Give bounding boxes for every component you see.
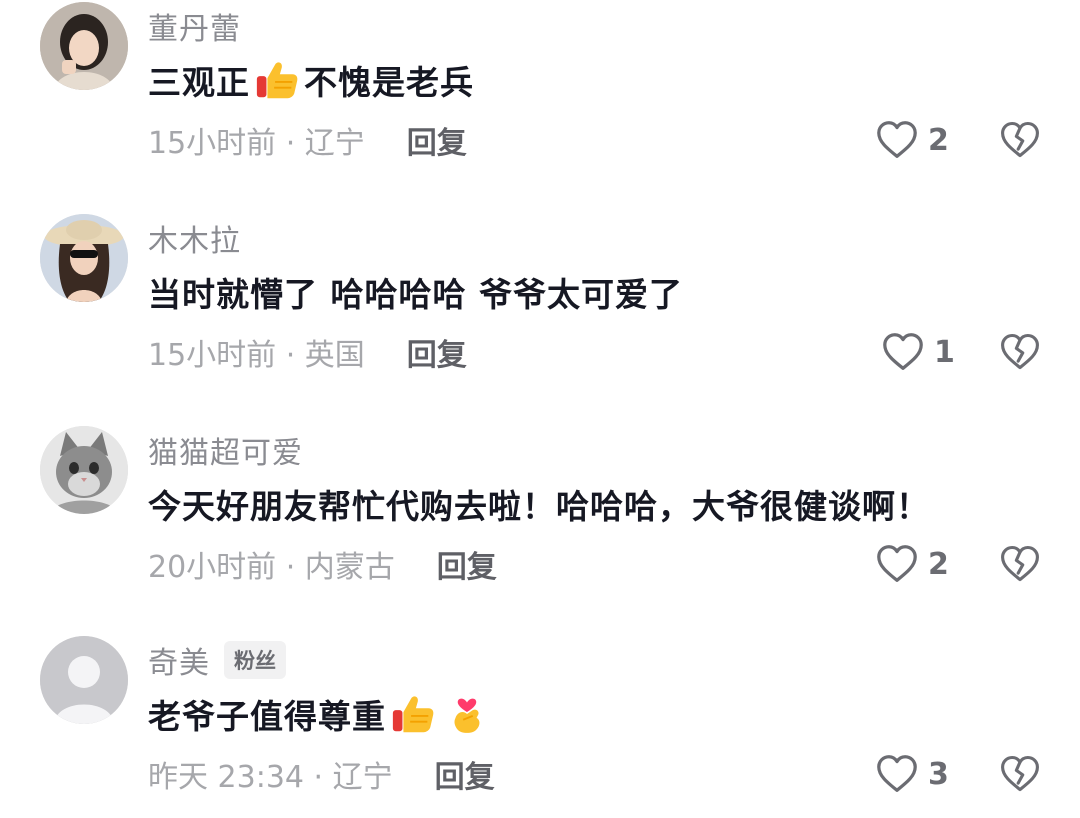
username-row: 奇美 粉丝 [148,636,286,684]
broken-heart-icon [998,118,1042,162]
username[interactable]: 木木拉 [148,216,241,260]
dislike-button[interactable] [998,114,1042,166]
broken-heart-icon [998,542,1042,586]
thumbs-up-icon [390,691,436,737]
dislike-button[interactable] [998,538,1042,590]
like-count: 1 [934,334,955,370]
comment-meta: 15小时前 · 英国 回复 [148,328,467,376]
comment-text: 当时就懵了 哈哈哈哈 爷爷太可爱了 [148,264,683,320]
comment-item: 董丹蕾 三观正 不愧是老兵 15小时前 · 辽宁 回复 2 [0,0,1080,197]
like-button[interactable]: 2 [874,538,949,590]
heart-icon [874,117,920,163]
reply-button[interactable]: 回复 [437,542,497,586]
dislike-button[interactable] [998,326,1042,378]
username[interactable]: 猫猫超可爱 [148,428,303,472]
comment-text-part: 当时就懵了 哈哈哈哈 爷爷太可爱了 [148,275,683,314]
comment-text-part: 今天好朋友帮忙代购去啦！哈哈哈，大爷很健谈啊！ [148,487,930,526]
username[interactable]: 奇美 [148,638,210,682]
username[interactable]: 董丹蕾 [148,4,241,48]
comment-text: 老爷子值得尊重 [148,686,494,742]
avatar[interactable] [40,2,128,90]
heart-icon [874,751,920,797]
comment-meta: 15小时前 · 辽宁 回复 [148,116,467,164]
comment-text-part: 三观正 [148,63,250,102]
like-count: 2 [928,546,949,582]
comment-time-location: 15小时前 · 英国 [148,338,365,373]
username-row: 木木拉 [148,214,241,262]
username-row: 董丹蕾 [148,2,241,50]
broken-heart-icon [998,752,1042,796]
comment-text: 三观正 不愧是老兵 [148,52,474,108]
reply-button[interactable]: 回复 [407,118,467,162]
heart-icon [874,541,920,587]
avatar[interactable] [40,426,128,514]
comment-time-location: 15小时前 · 辽宁 [148,126,365,161]
comment-item: 奇美 粉丝 老爷子值得尊重 昨天 23:34 · 辽宁 回复 3 [0,626,1080,818]
comment-time-location: 昨天 23:34 · 辽宁 [148,760,393,795]
like-button[interactable]: 1 [880,326,955,378]
broken-heart-icon [998,330,1042,374]
like-button[interactable]: 3 [874,748,949,800]
heart-icon [880,329,926,375]
comment-meta: 昨天 23:34 · 辽宁 回复 [148,750,495,798]
username-row: 猫猫超可爱 [148,426,303,474]
avatar[interactable] [40,214,128,302]
comment-item: 木木拉 当时就懵了 哈哈哈哈 爷爷太可爱了 15小时前 · 英国 回复 1 [0,204,1080,409]
comment-meta: 20小时前 · 内蒙古 回复 [148,540,497,588]
like-count: 3 [928,756,949,792]
fan-badge: 粉丝 [224,641,286,679]
avatar[interactable] [40,636,128,724]
woman-portrait-icon [40,2,128,90]
woman-with-sunhat-icon [40,214,128,302]
dislike-button[interactable] [998,748,1042,800]
kitten-icon [40,426,128,514]
like-count: 2 [928,122,949,158]
comment-text: 今天好朋友帮忙代购去啦！哈哈哈，大爷很健谈啊！ [148,476,930,532]
comment-time-location: 20小时前 · 内蒙古 [148,550,395,585]
comment-text-part: 不愧是老兵 [304,63,474,102]
like-button[interactable]: 2 [874,114,949,166]
default-avatar-icon [40,636,128,724]
reply-button[interactable]: 回复 [435,752,495,796]
comment-text-part: 老爷子值得尊重 [148,697,386,736]
comment-item: 猫猫超可爱 今天好朋友帮忙代购去啦！哈哈哈，大爷很健谈啊！ 20小时前 · 内蒙… [0,416,1080,621]
thumbs-up-icon [254,57,300,103]
reply-button[interactable]: 回复 [407,330,467,374]
finger-heart-icon [444,691,490,737]
